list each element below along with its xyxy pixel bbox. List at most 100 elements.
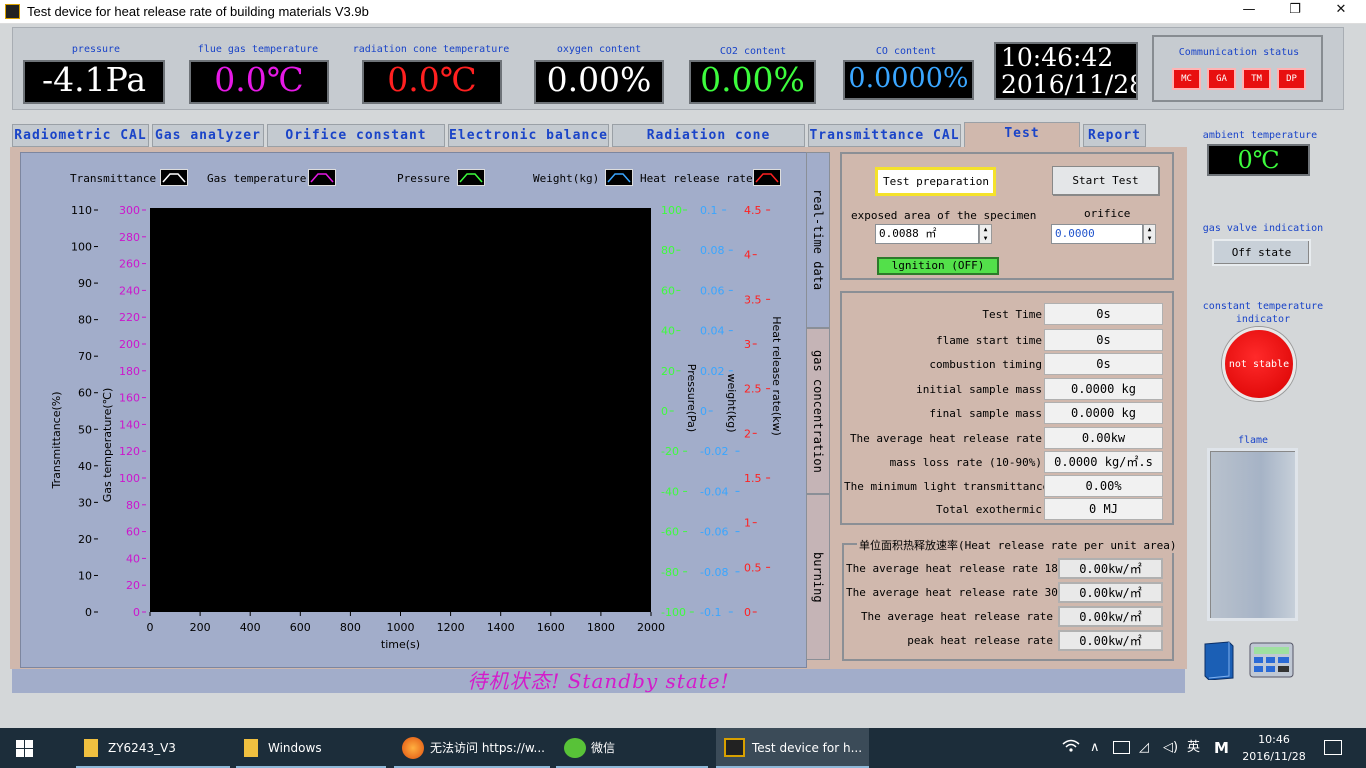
- taskbar-time: 10:46: [1258, 733, 1290, 746]
- legend-swatch-gas-temperature: [308, 169, 336, 186]
- side-tab-gas-concentration[interactable]: gas concentration: [806, 328, 830, 494]
- y-tick-label: 60: [126, 526, 140, 539]
- y-tick-label: -80: [661, 566, 679, 579]
- x-tick-label: 1000: [387, 621, 415, 634]
- tab-gas-analyzer[interactable]: Gas analyzer: [152, 124, 264, 147]
- y-tick-label: -40: [661, 485, 679, 498]
- notification-icon[interactable]: [1113, 741, 1130, 754]
- taskbar-item-browser[interactable]: 无法访问 https://w...: [430, 728, 545, 768]
- y-tick-label: 20: [126, 579, 140, 592]
- network-icon[interactable]: ◿: [1139, 728, 1149, 768]
- co2-content-meter: 0.00%: [689, 60, 816, 104]
- legend-heat-release-rate: Heat release rate: [640, 172, 753, 185]
- y-tick-label: 300: [119, 204, 140, 217]
- tab-transmittance-cal[interactable]: Transmittance CAL: [808, 124, 961, 147]
- book-icon[interactable]: [1199, 640, 1239, 681]
- restore-button[interactable]: ❐: [1284, 2, 1306, 20]
- x-tick-label: 1600: [537, 621, 565, 634]
- ime-mode-icon[interactable]: M: [1214, 728, 1229, 768]
- taskbar-item-windows[interactable]: Windows: [268, 728, 322, 768]
- unit-area-label: peak heat release rate: [907, 634, 1053, 647]
- tm-status-led: TM: [1242, 68, 1271, 90]
- result-label: initial sample mass: [916, 383, 1042, 396]
- folder-icon: [84, 739, 98, 757]
- y-tick-label: 0: [133, 606, 140, 619]
- close-button[interactable]: ✕: [1330, 2, 1352, 20]
- x-tick-label: 800: [340, 621, 361, 634]
- y-tick-label: 0.02: [700, 365, 725, 378]
- chevron-up-icon[interactable]: ∧: [1090, 728, 1100, 768]
- y-tick-label: -0.1: [700, 606, 721, 619]
- browser-icon: [402, 737, 424, 759]
- result-value: 0.0000 kg: [1044, 378, 1163, 400]
- tab-orifice-constant-cal[interactable]: Orifice constant CAL: [267, 124, 445, 164]
- y-tick-label: 280: [119, 231, 140, 244]
- unit-area-label: The average heat release rate: [860, 610, 1053, 623]
- orifice-input[interactable]: 0.0000: [1051, 224, 1143, 244]
- action-center-icon[interactable]: [1324, 740, 1342, 755]
- result-label: The average heat release rate: [849, 432, 1042, 445]
- legend-swatch-heat-release-rate: [753, 169, 781, 186]
- result-value: 0s: [1044, 353, 1163, 375]
- ime-indicator[interactable]: 英: [1187, 728, 1200, 768]
- unit-area-value: 0.00kw/㎡: [1058, 558, 1163, 579]
- y-tick-label: 260: [119, 258, 140, 271]
- ambient-temperature-label: ambient temperature: [1202, 130, 1318, 141]
- start-test-button[interactable]: Start Test: [1052, 166, 1159, 195]
- y-tick-label: -100: [661, 606, 686, 619]
- tab-radiometric-cal[interactable]: Radiometric CAL: [12, 124, 149, 147]
- result-value: 0.00%: [1044, 475, 1163, 497]
- y-tick-label: 20: [661, 365, 675, 378]
- y-tick-label: 0.06: [700, 284, 725, 297]
- calculator-icon[interactable]: [1249, 642, 1294, 678]
- y-tick-label: 200: [119, 338, 140, 351]
- clock-display: 10:46:42 2016/11/28: [994, 42, 1138, 100]
- exposed-area-input[interactable]: 0.0088 ㎡: [875, 224, 979, 244]
- taskbar-item-zy6243[interactable]: ZY6243_V3: [108, 728, 176, 768]
- taskbar-clock[interactable]: 10:46 2016/11/28: [1242, 731, 1306, 765]
- y-tick-label: 110: [71, 204, 92, 217]
- y-tick-label: 60: [78, 387, 92, 400]
- y-tick-label: 160: [119, 392, 140, 405]
- oxygen-content-meter: 0.00%: [534, 60, 664, 104]
- y-tick-label: -0.04: [700, 485, 728, 498]
- wifi-icon[interactable]: [1062, 728, 1080, 768]
- x-axis-title: time(s): [381, 638, 420, 651]
- y-tick-label: 70: [78, 350, 92, 363]
- tab-radiation-cone-heating[interactable]: Radiation cone heating: [612, 124, 805, 164]
- taskbar-date: 2016/11/28: [1242, 750, 1306, 763]
- y-tick-label: 40: [78, 460, 92, 473]
- speaker-icon[interactable]: ◁): [1163, 728, 1178, 768]
- tab-electronic-balance[interactable]: Electronic balance: [448, 124, 609, 147]
- windows-start-icon[interactable]: [16, 740, 33, 757]
- labview-icon: [724, 738, 745, 757]
- constant-temperature-indicator-label: constant temperature indicator: [1202, 301, 1324, 325]
- y-axis-title-heat-release-rate: Heat release rate(kw): [770, 316, 783, 436]
- app-icon: [5, 4, 20, 19]
- taskbar-item-test-device[interactable]: Test device for h...: [752, 728, 862, 768]
- y-tick-label: 90: [78, 277, 92, 290]
- tab-test[interactable]: Test: [964, 122, 1080, 150]
- side-tab-burning[interactable]: burning: [806, 494, 830, 660]
- exposed-area-spinner[interactable]: ▲ ▼: [979, 224, 992, 244]
- test-preparation-button[interactable]: Test preparation: [875, 167, 996, 196]
- y-tick-label: 140: [119, 418, 140, 431]
- orifice-spinner[interactable]: ▲ ▼: [1143, 224, 1156, 244]
- y-tick-label: 1: [744, 517, 751, 530]
- co-content-meter: 0.0000%: [843, 60, 974, 100]
- side-tab-real-time-data[interactable]: real-time data: [806, 152, 830, 328]
- co2-content-label: CO2 content: [719, 46, 787, 57]
- y-axis-title-transmittance: Transmittance(%): [50, 391, 63, 489]
- taskbar-item-wechat[interactable]: 微信: [591, 728, 615, 768]
- tab-report[interactable]: Report: [1083, 124, 1146, 147]
- minimize-button[interactable]: —: [1238, 2, 1260, 20]
- y-tick-label: 100: [71, 241, 92, 254]
- ga-status-led: GA: [1207, 68, 1236, 90]
- y-tick-label: 0.1: [700, 204, 718, 217]
- y-tick-label: -20: [661, 445, 679, 458]
- result-label: Total exothermic: [936, 503, 1042, 516]
- result-label: The minimum light transmittance: [844, 480, 1050, 493]
- x-tick-label: 2000: [637, 621, 665, 634]
- ignition-button[interactable]: lgnition (OFF): [877, 257, 999, 275]
- result-value: 0.00kw: [1044, 427, 1163, 449]
